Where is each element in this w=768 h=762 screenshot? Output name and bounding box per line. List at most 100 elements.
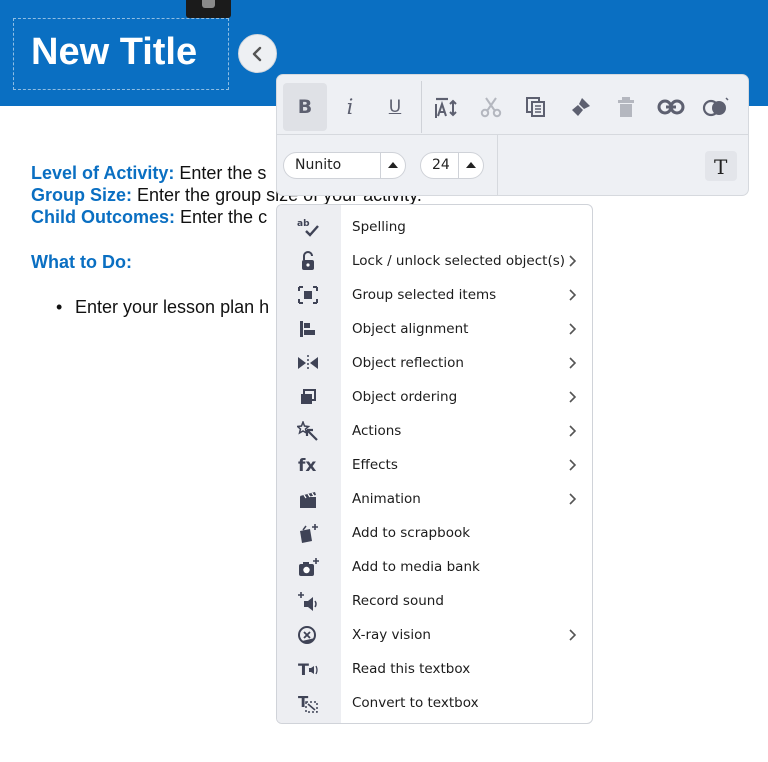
menu-item-record-sound[interactable]: Record sound <box>277 584 592 618</box>
menu-item-reflection[interactable]: Object reflection <box>277 346 592 380</box>
copy-button[interactable] <box>514 83 558 131</box>
menu-item-label: Group selected items <box>352 287 497 303</box>
menu-item-spelling[interactable]: ab Spelling <box>277 210 592 244</box>
effects-icon: fx <box>298 456 316 475</box>
toolbar-row-divider <box>277 134 748 135</box>
menu-item-label: Actions <box>352 423 402 439</box>
spelling-icon: ab <box>297 219 319 237</box>
level-label: Level of Activity: <box>31 163 175 183</box>
menu-item-actions[interactable]: Actions <box>277 414 592 448</box>
svg-text:ab: ab <box>297 219 310 229</box>
font-family-arrow-icon[interactable] <box>380 153 405 178</box>
group-size-label: Group Size: <box>31 185 133 205</box>
menu-item-label: X-ray vision <box>352 627 431 643</box>
menu-item-alignment[interactable]: Object alignment <box>277 312 592 346</box>
menu-item-label: Add to scrapbook <box>352 525 471 541</box>
child-outcomes-text: Enter the c <box>175 207 268 227</box>
chevron-right-icon <box>569 255 577 267</box>
blend-button[interactable] <box>694 83 738 131</box>
xray-icon <box>298 626 316 644</box>
svg-text:T: T <box>298 660 309 679</box>
italic-icon: i <box>346 95 354 119</box>
reflection-icon <box>298 355 318 371</box>
text-fit-icon <box>435 97 457 118</box>
chevron-right-icon <box>569 629 577 641</box>
text-format-toolbar: B i U Nunito 24 T <box>276 74 749 196</box>
scrapbook-icon <box>300 524 318 543</box>
menu-item-label: Object reflection <box>352 355 464 371</box>
format-painter-button[interactable] <box>559 83 603 131</box>
text-style-button[interactable]: T <box>705 151 737 181</box>
scissors-icon <box>480 97 502 118</box>
align-icon <box>300 321 315 337</box>
trash-icon <box>618 97 634 117</box>
chevron-right-icon <box>569 391 577 403</box>
menu-item-group[interactable]: Group selected items <box>277 278 592 312</box>
chevron-right-icon <box>569 493 577 505</box>
menu-item-label: Object ordering <box>352 389 458 405</box>
chevron-right-icon <box>569 323 577 335</box>
font-size-value: 24 <box>432 157 450 173</box>
lock-tab[interactable] <box>186 0 231 18</box>
font-size-select[interactable]: 24 <box>420 152 484 179</box>
chevron-right-icon <box>569 289 577 301</box>
link-icon <box>657 99 685 115</box>
chevron-left-icon <box>252 46 262 62</box>
what-to-do-heading[interactable]: What to Do: <box>31 251 132 273</box>
menu-item-label: Lock / unlock selected object(s) <box>352 253 566 269</box>
collapse-button[interactable] <box>238 34 277 73</box>
menu-item-ordering[interactable]: Object ordering <box>277 380 592 414</box>
menu-item-label: Effects <box>352 457 398 473</box>
font-family-value: Nunito <box>295 157 342 173</box>
text-style-icon: T <box>714 155 728 179</box>
bold-icon: B <box>297 96 313 118</box>
paintbrush-icon <box>572 98 590 116</box>
menu-item-scrapbook[interactable]: Add to scrapbook <box>277 516 592 550</box>
menu-item-lock[interactable]: Lock / unlock selected object(s) <box>277 244 592 278</box>
toolbar-divider-2 <box>497 135 498 195</box>
menu-item-read-textbox[interactable]: T Read this textbox <box>277 652 592 686</box>
menu-item-label: Convert to textbox <box>352 695 479 711</box>
text-fit-button[interactable] <box>424 83 468 131</box>
menu-item-label: Read this textbox <box>352 661 471 677</box>
chevron-right-icon <box>569 425 577 437</box>
font-family-select[interactable]: Nunito <box>283 152 406 179</box>
menu-item-media-bank[interactable]: Add to media bank <box>277 550 592 584</box>
overlap-circles-icon <box>702 97 729 117</box>
actions-icon <box>297 421 318 441</box>
menu-item-label: Add to media bank <box>352 559 480 575</box>
record-sound-icon <box>298 592 317 611</box>
bold-button[interactable]: B <box>283 83 327 131</box>
convert-textbox-icon: T <box>298 693 318 713</box>
cut-button[interactable] <box>469 83 513 131</box>
italic-button[interactable]: i <box>328 83 372 131</box>
link-button[interactable] <box>649 83 693 131</box>
group-icon <box>298 286 318 304</box>
menu-item-effects[interactable]: fx Effects <box>277 448 592 482</box>
chevron-right-icon <box>569 459 577 471</box>
ordering-icon <box>301 389 316 404</box>
chevron-right-icon <box>569 357 577 369</box>
menu-item-xray[interactable]: X-ray vision <box>277 618 592 652</box>
lock-icon <box>302 251 314 270</box>
underline-button[interactable]: U <box>373 83 417 131</box>
menu-item-animation[interactable]: Animation <box>277 482 592 516</box>
page-title[interactable]: New Title <box>31 30 197 74</box>
read-textbox-icon: T <box>298 660 318 679</box>
menu-item-label: Record sound <box>352 593 444 609</box>
menu-item-label: Spelling <box>352 219 406 235</box>
delete-button[interactable] <box>604 83 648 131</box>
menu-item-convert-textbox[interactable]: T Convert to textbox <box>277 686 592 720</box>
lesson-plan-bullet[interactable]: • Enter your lesson plan h <box>56 296 269 318</box>
font-size-arrow-icon[interactable] <box>458 153 483 178</box>
lock-icon <box>202 0 215 8</box>
toolbar-divider <box>421 81 422 133</box>
copy-icon <box>526 97 545 117</box>
menu-item-label: Animation <box>352 491 421 507</box>
child-outcomes-label: Child Outcomes: <box>31 207 176 227</box>
bullet-glyph: • <box>56 297 63 317</box>
bullet-text: Enter your lesson plan h <box>75 297 270 317</box>
clapperboard-icon <box>300 492 316 508</box>
svg-text:fx: fx <box>298 456 316 475</box>
level-text: Enter the s <box>174 163 267 183</box>
